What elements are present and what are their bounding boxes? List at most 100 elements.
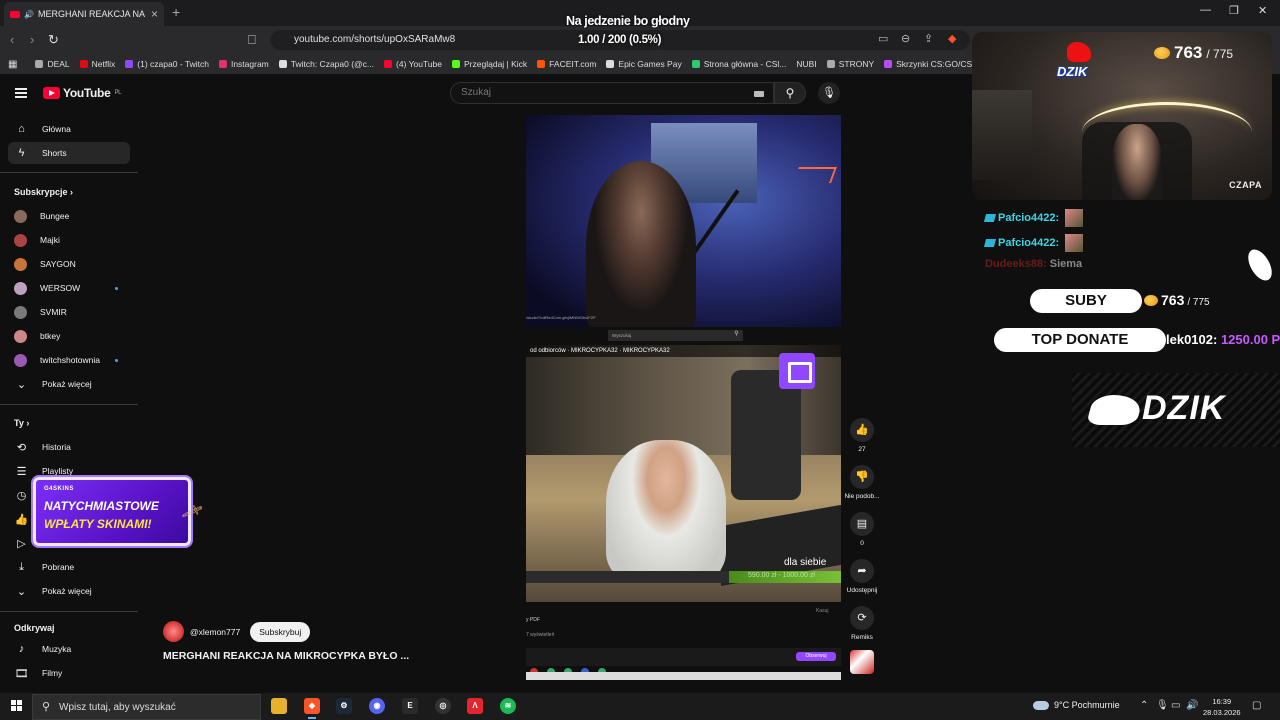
share-icon[interactable]: ⇪	[924, 32, 933, 45]
bookmark-4[interactable]: Twitch: Czapa0 (@c...	[278, 59, 374, 69]
taskbar-search[interactable]: ⚲ Wpisz tutaj, aby wyszukać	[32, 694, 261, 720]
obs-icon[interactable]: ◎	[435, 698, 451, 714]
windows-start-icon[interactable]	[11, 700, 22, 711]
spotify-icon[interactable]: ≋	[500, 698, 516, 714]
subscription-item[interactable]: Bungee	[8, 205, 130, 227]
remix-button[interactable]: ⟳ Remiks	[843, 606, 881, 641]
mic-button[interactable]: 🎙	[818, 82, 840, 104]
brave-browser-icon[interactable]: ◆	[304, 698, 320, 719]
search-icon: ⚲	[785, 86, 795, 100]
bookmark-1[interactable]: Netflix	[79, 59, 115, 69]
restore-icon[interactable]: ❐	[1229, 4, 1239, 17]
subscription-item[interactable]: twitchshotownia	[8, 349, 130, 371]
sound-thumbnail[interactable]	[843, 650, 881, 674]
embedded-streamers-label: od odbiorców · MIKROCYPKA32 · MIKROCYPKA…	[530, 348, 670, 354]
reload-icon[interactable]: ↻	[48, 32, 59, 48]
bookmark-icon[interactable]: ⎕	[248, 32, 256, 48]
mic-tray-icon[interactable]: 🎙	[1156, 700, 1169, 711]
subs-counter-top: 763 / 775	[1154, 43, 1233, 63]
bookmark-5[interactable]: (4) YouTube	[384, 59, 442, 69]
audio-icon[interactable]: 🔊	[24, 10, 34, 19]
subscription-item[interactable]: SAYGON	[8, 253, 130, 275]
bookmark-3[interactable]: Instagram	[218, 59, 269, 69]
video-embedded-stream: od odbiorców · MIKROCYPKA32 · MIKROCYPKA…	[526, 345, 841, 602]
sidebar-item-music[interactable]: ♪ Muzyka	[8, 638, 130, 660]
search-button[interactable]: ⚲	[774, 82, 806, 104]
notifications-icon[interactable]: ▢	[1252, 700, 1261, 711]
channel-avatar[interactable]	[163, 621, 184, 642]
like-button[interactable]: 👍 27	[843, 418, 881, 453]
subscription-item[interactable]: WERSOW	[8, 277, 130, 299]
valorant-icon[interactable]: Λ	[467, 698, 483, 714]
bookmark-10[interactable]: NUBI	[796, 59, 816, 69]
sidebar-item-label: Playlisty	[42, 466, 74, 476]
sidebar-item-shorts[interactable]: ϟ Shorts	[8, 142, 130, 164]
short-title[interactable]: MERGHANI REAKCJA NA MIKROCYPKA BYŁO ...	[163, 650, 409, 662]
remix-icon: ⟳	[850, 606, 874, 630]
dislike-button[interactable]: 👎 Nie podob...	[843, 465, 881, 500]
file-explorer-icon[interactable]	[271, 698, 287, 714]
subscriptions-title[interactable]: Subskrypcje ›	[14, 187, 73, 197]
chevron-down-icon: ⌄	[16, 585, 27, 598]
sound-thumbnail-image	[850, 650, 874, 674]
brave-shield-icon[interactable]: ◆	[948, 32, 956, 45]
bookmark-2[interactable]: (1) czapa0 - Twitch	[125, 59, 209, 69]
weather-widget[interactable]: 9°C Pochmurnie	[1033, 700, 1120, 710]
you-title[interactable]: Ty ›	[14, 418, 29, 428]
share-button[interactable]: ➦ Udostępnij	[843, 559, 881, 594]
clock[interactable]: 16:39 28.03.2026	[1203, 696, 1241, 718]
subscription-label: SAYGON	[40, 259, 76, 269]
like-count: 27	[858, 446, 866, 453]
network-icon[interactable]: ▭	[1171, 700, 1180, 711]
bookmark-9[interactable]: Strona główna - CSl...	[691, 59, 786, 69]
volume-icon[interactable]: 🔊	[1186, 700, 1198, 711]
close-window-icon[interactable]: ✕	[1258, 4, 1267, 17]
tray-chevron-icon[interactable]: ⌃	[1140, 700, 1148, 711]
show-more-you[interactable]: ⌄ Pokaż więcej	[8, 580, 130, 602]
minimize-icon[interactable]: —	[1200, 4, 1211, 16]
menu-icon[interactable]	[15, 88, 27, 98]
channel-name[interactable]: @xlemon777	[190, 627, 240, 637]
subscription-item[interactable]: btkey	[8, 325, 130, 347]
subscribe-button[interactable]: Subskrybuj	[250, 621, 311, 642]
search-input[interactable]: Szukaj	[450, 82, 774, 104]
keyboard-icon[interactable]	[754, 91, 764, 97]
cast-icon[interactable]: ▭	[878, 32, 888, 45]
youtube-logo[interactable]: YouTube PL	[43, 86, 121, 100]
steam-icon[interactable]: ⚙	[336, 698, 352, 714]
bookmark-4-icon	[278, 60, 287, 68]
back-icon[interactable]: ‹	[10, 32, 14, 47]
sidebar-item-movies[interactable]: 🎞 Filmy	[8, 662, 130, 684]
next-short-preview[interactable]	[526, 672, 841, 680]
sidebar-item-label: Muzyka	[42, 644, 72, 654]
subscription-item[interactable]: SVMIR	[8, 301, 130, 323]
sidebar-item-home[interactable]: ⌂ Główna	[8, 118, 130, 140]
browser-tab[interactable]: 🔊 MERGHANI REAKCJA NA MIKR ×	[4, 2, 164, 26]
subs-current: 763	[1174, 43, 1203, 62]
avatar	[14, 281, 27, 295]
epic-games-icon[interactable]: E	[402, 698, 418, 714]
sidebar-item-history[interactable]: ⟲ Historia	[8, 436, 130, 458]
new-tab-icon[interactable]: +	[172, 4, 180, 20]
apps-grid-icon[interactable]: ▦	[8, 59, 17, 70]
show-more-subscriptions[interactable]: ⌄ Pokaż więcej	[8, 373, 130, 395]
forward-icon[interactable]: ›	[30, 32, 34, 47]
chat-message: Pafcio4422:	[983, 234, 1084, 252]
bookmark-8[interactable]: Epic Games Pay	[606, 59, 682, 69]
close-tab-icon[interactable]: ×	[151, 7, 158, 21]
gaming-chair	[731, 370, 801, 500]
sidebar-item-downloads[interactable]: ⤓ Pobrane	[8, 556, 130, 578]
zoom-icon[interactable]: ⊖	[901, 32, 910, 45]
explore-title: Odkrywaj	[14, 623, 55, 633]
bookmark-11[interactable]: STRONY	[826, 59, 874, 69]
shorts-video[interactable]: /studioTrollRedCoin-gfnjIMNWGbcIF2P Wysz…	[526, 115, 841, 680]
bookmark-0[interactable]: DEAL	[35, 59, 70, 69]
bookmark-6[interactable]: Przeglądaj | Kick	[452, 59, 527, 69]
comments-button[interactable]: ▤ 0	[843, 512, 881, 547]
divider	[0, 611, 138, 612]
bookmark-12[interactable]: Skrzynki CS:GO/CS...	[884, 59, 979, 69]
bookmark-7[interactable]: FACEIT.com	[537, 59, 596, 69]
bookmark-8-icon	[606, 60, 615, 68]
discord-icon[interactable]: ◉	[369, 698, 385, 714]
subscription-item[interactable]: Majki	[8, 229, 130, 251]
